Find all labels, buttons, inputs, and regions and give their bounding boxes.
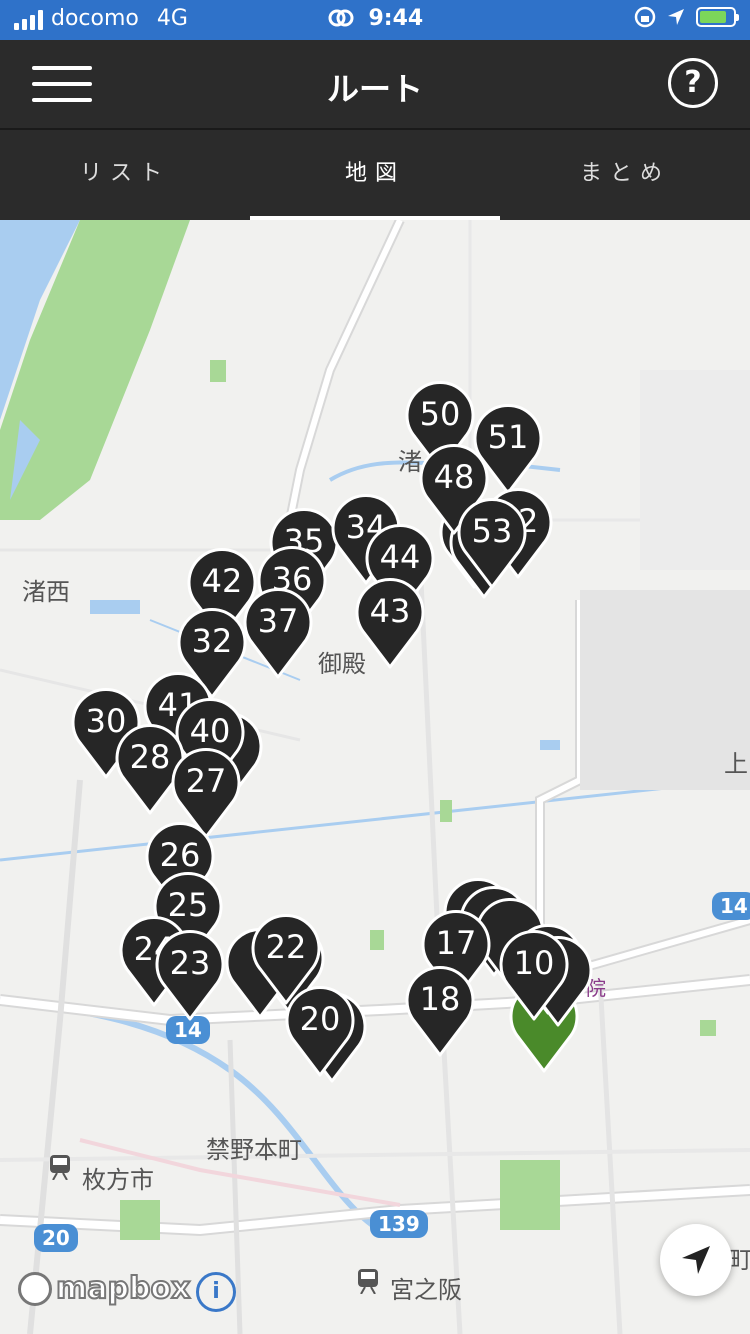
route-pin-label: 10 [513, 944, 555, 982]
navigation-arrow-icon [682, 1246, 710, 1274]
train-station-icon [50, 1155, 70, 1180]
link-icon [328, 9, 354, 27]
route-pin-label: 53 [471, 512, 513, 550]
route-shield: 14 [712, 892, 750, 920]
route-pin[interactable]: 10 [496, 924, 572, 1022]
route-pin-label: 20 [299, 1000, 341, 1038]
route-pin-label: 22 [265, 928, 307, 966]
route-shield: 139 [370, 1210, 428, 1238]
place-label: 枚方市 [82, 1166, 154, 1194]
route-pin[interactable]: 20 [282, 980, 358, 1078]
page-title: ルート [326, 70, 423, 108]
route-pin-label: 32 [191, 622, 233, 660]
place-label: 禁野本町 [206, 1136, 302, 1164]
route-pin[interactable]: 43 [352, 572, 428, 670]
route-pin-label: 50 [419, 395, 461, 433]
route-pin-label: 44 [379, 538, 421, 576]
train-station-icon [358, 1269, 378, 1294]
tab-map[interactable]: 地図 [250, 130, 500, 220]
route-pin-label: 23 [169, 944, 211, 982]
status-bar: docomo 4G 9:44 [0, 0, 750, 40]
route-pin-label: 37 [257, 602, 299, 640]
map-view[interactable]: 渚西 御殿 禁野本町 枚方市 宮之阪 院 上 町 渚 14 20 139 14 … [0, 220, 750, 1334]
locate-button[interactable] [660, 1224, 732, 1296]
info-button[interactable]: i [196, 1272, 236, 1312]
mapbox-wordmark: mapbox [55, 1270, 191, 1307]
place-label: 上 [724, 750, 748, 778]
route-pin[interactable]: 37 [240, 582, 316, 680]
location-icon [668, 9, 684, 25]
tab-list[interactable]: リスト [0, 130, 250, 220]
nav-bar: ルート ? [0, 40, 750, 128]
route-pin-label: 17 [435, 924, 477, 962]
rotation-lock-icon [634, 6, 656, 28]
route-pin[interactable]: 18 [402, 960, 478, 1058]
route-shield: 20 [34, 1224, 78, 1252]
place-label: 宮之阪 [390, 1276, 462, 1304]
route-pin[interactable]: 53 [454, 492, 530, 590]
mapbox-circle-icon [18, 1271, 52, 1306]
route-pin-label: 18 [419, 980, 461, 1018]
battery-icon [696, 7, 739, 27]
route-pin-label: 27 [185, 762, 227, 800]
mapbox-logo[interactable]: mapbox [18, 1270, 191, 1307]
tab-bar: リスト 地図 まとめ [0, 130, 750, 220]
place-label: 渚西 [22, 578, 70, 606]
route-pin-label: 43 [369, 592, 411, 630]
route-pin[interactable]: 23 [152, 924, 228, 1022]
clock: 9:44 [368, 6, 424, 31]
tab-summary[interactable]: まとめ [500, 130, 750, 220]
help-button[interactable]: ? [668, 58, 718, 108]
